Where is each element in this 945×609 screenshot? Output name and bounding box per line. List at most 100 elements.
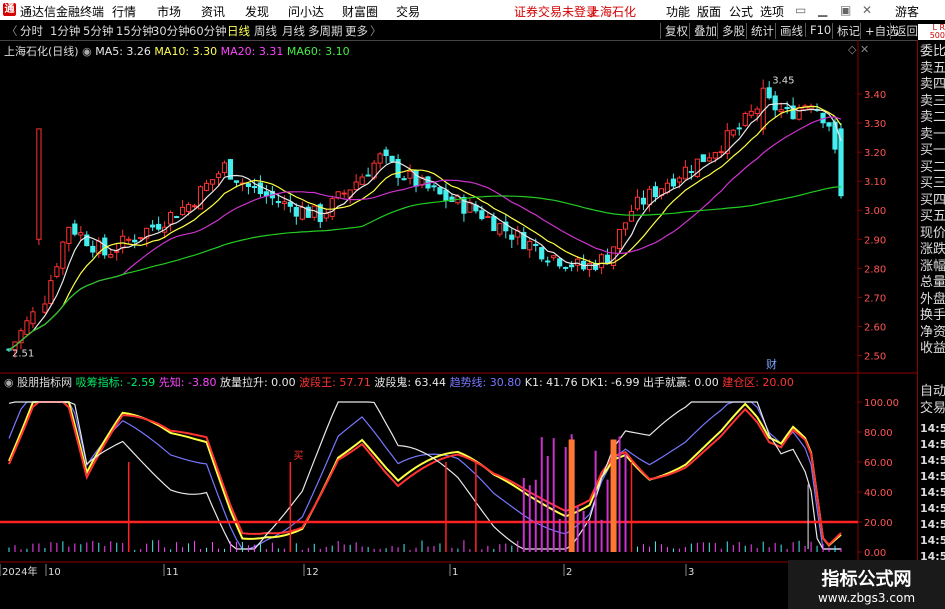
candle-body — [215, 173, 222, 179]
menu-shichang[interactable]: 市场 — [157, 3, 181, 20]
quote-label: 买二 — [920, 159, 945, 175]
period-month[interactable]: 月线 — [282, 23, 305, 39]
candle-body — [587, 262, 593, 271]
period-60min[interactable]: 60分钟 — [189, 23, 227, 39]
candle-body — [389, 155, 395, 162]
candle-body — [838, 128, 844, 197]
signal-red-line — [8, 401, 842, 547]
trend-line — [8, 401, 841, 550]
close-icon[interactable]: ✕ — [862, 3, 872, 17]
quote-label: 卖四 — [920, 77, 945, 92]
ma20-line — [8, 116, 842, 351]
chevron-right-icon[interactable]: 〉 — [370, 23, 382, 39]
candle-body — [90, 245, 96, 253]
candle-body — [563, 266, 569, 269]
candle-body — [132, 239, 138, 243]
trade-time: 14:56 — [920, 454, 945, 467]
btn-tongji[interactable]: 统计 — [746, 23, 774, 39]
buy-label: 买 — [293, 450, 303, 462]
candle-body — [72, 223, 78, 235]
period-1min[interactable]: 1分钟 — [50, 23, 80, 39]
menu-gongshi[interactable]: 公式 — [729, 3, 753, 20]
candle-body — [126, 238, 132, 241]
candle-body — [329, 198, 335, 217]
candle-body — [150, 224, 156, 228]
menu-caifuquan[interactable]: 财富圈 — [342, 3, 378, 20]
candle-body — [48, 280, 54, 305]
chevron-left-icon[interactable]: 〈 — [6, 23, 18, 39]
signal-yellow-line — [8, 401, 842, 547]
candle-body — [527, 240, 533, 251]
candle-body — [557, 258, 563, 267]
menu-jiaoyi[interactable]: 交易 — [396, 3, 420, 20]
price-tick-label: 3.40 — [864, 90, 886, 101]
panel-corner[interactable]: L R 500 — [918, 24, 945, 40]
candle-body — [700, 154, 706, 163]
restore-icon[interactable]: ▣ — [840, 3, 851, 17]
candle-body — [30, 311, 36, 325]
candle-body — [509, 234, 515, 240]
btn-fuquan[interactable]: 复权 — [660, 23, 688, 39]
menu-wenxiaoda[interactable]: 问小达 — [288, 3, 324, 20]
candle-body — [640, 197, 647, 205]
candle-body — [156, 223, 162, 230]
btn-duogu[interactable]: 多股 — [717, 23, 745, 39]
right-quote-panel: L R 500 委比 卖五 卖四 卖三 卖二 卖一 买一 买二 买三 买四 买五 现价 涨跌 涨幅 总量 外盘换… — [917, 24, 945, 609]
menu-gongneng[interactable]: 功能 — [666, 3, 690, 20]
minimize-icon[interactable]: ▁ — [818, 3, 827, 17]
candle-body — [545, 260, 551, 263]
menu-zixun[interactable]: 资讯 — [201, 3, 225, 20]
trade-time: 14:56 — [920, 486, 945, 499]
candle-body — [383, 149, 389, 157]
candle-body — [138, 237, 144, 240]
period-toolbar: 〈 分时 1分钟 5分钟 15分钟 30分钟 60分钟 日线 周线 月线 多周期… — [0, 20, 945, 41]
menu-banmian[interactable]: 版面 — [697, 3, 721, 20]
login-warning[interactable]: 证券交易未登录 — [514, 3, 598, 20]
skin-icon[interactable]: ▭ — [795, 3, 806, 17]
quote-label: 净资 — [920, 324, 945, 340]
ma60-line — [8, 186, 842, 351]
btn-biaoji[interactable]: 标记 — [832, 23, 860, 39]
candle-body — [784, 107, 790, 110]
period-day[interactable]: 日线 — [227, 23, 250, 39]
candle-body — [778, 109, 784, 113]
period-week[interactable]: 周线 — [254, 23, 277, 39]
period-fenshi[interactable]: 分时 — [20, 23, 43, 39]
btn-huaxian[interactable]: 画线 — [775, 23, 803, 39]
chart-area[interactable]: 3.40 3.30 3.20 3.10 3.00 2.90 2.80 2.70 2.60 2.50… — [0, 40, 917, 609]
menu-hangqing[interactable]: 行情 — [112, 3, 136, 20]
menu-xuanxiang[interactable]: 选项 — [760, 3, 784, 20]
quote-label: 涨幅 — [920, 258, 945, 274]
candle-body — [191, 205, 198, 208]
candle-body — [718, 151, 724, 154]
candle-body — [646, 188, 653, 206]
period-more[interactable]: 更多 — [345, 23, 368, 39]
candle-body — [108, 254, 114, 258]
candle-body — [616, 229, 623, 249]
btn-f10[interactable]: F10 — [805, 23, 831, 37]
candle-body — [766, 87, 772, 99]
candle-body — [36, 128, 42, 240]
btn-fanhui[interactable]: 返回 — [890, 23, 918, 39]
trade-time: 14:56 — [920, 534, 945, 547]
trade-time: 14:56 — [920, 502, 945, 515]
candle-body — [622, 222, 629, 230]
period-5min[interactable]: 5分钟 — [83, 23, 113, 39]
auto-trade-label[interactable]: 交易 — [920, 401, 945, 417]
trade-time: 14:56 — [920, 438, 945, 451]
period-15min[interactable]: 15分钟 — [116, 23, 154, 39]
quote-label: 买四 — [920, 192, 945, 208]
quote-label: 买五 — [920, 209, 945, 224]
candle-body — [203, 182, 210, 191]
user-label[interactable]: 游客 — [895, 3, 919, 20]
price-tick-label: 2.50 — [864, 351, 886, 362]
candle-body — [66, 226, 72, 244]
auto-trade-label[interactable]: 自动 — [920, 384, 945, 400]
btn-diejia[interactable]: 叠加 — [689, 23, 717, 39]
period-30min[interactable]: 30分钟 — [152, 23, 190, 39]
period-multi[interactable]: 多周期 — [308, 23, 343, 39]
price-tick-label: 2.80 — [864, 264, 886, 275]
sub-tick-label: 80.00 — [864, 428, 893, 439]
candle-body — [485, 215, 491, 218]
menu-faxian[interactable]: 发现 — [245, 3, 269, 20]
